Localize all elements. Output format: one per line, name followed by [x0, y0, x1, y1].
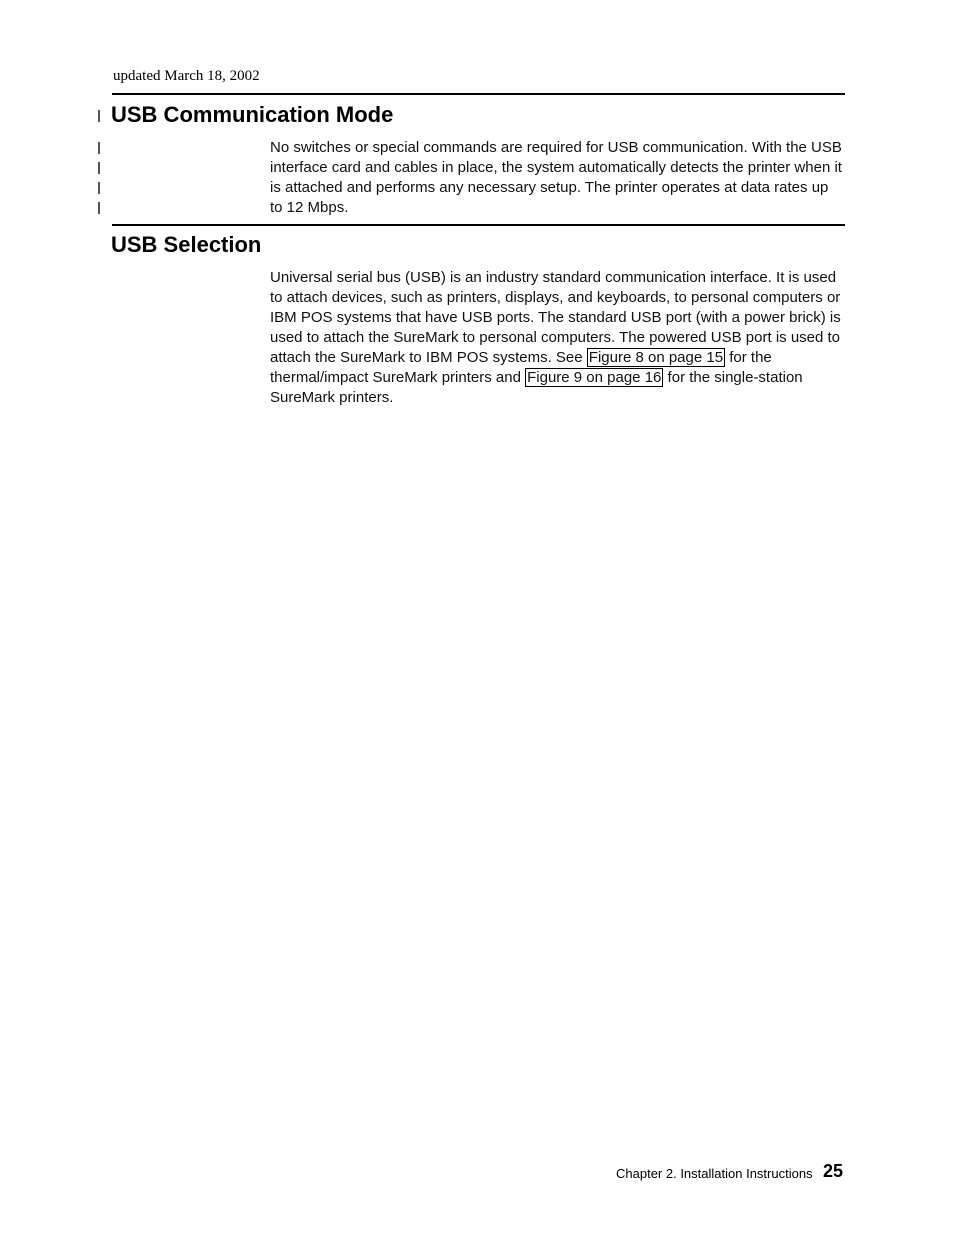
revision-bar [98, 162, 100, 174]
footer-page-number: 25 [823, 1161, 843, 1182]
page: updated March 18, 2002 USB Communication… [0, 0, 954, 1235]
xref-figure-8[interactable]: Figure 8 on page 15 [587, 348, 725, 367]
revision-bar [98, 142, 100, 154]
revision-bar [98, 182, 100, 194]
xref-figure-9[interactable]: Figure 9 on page 16 [525, 368, 663, 387]
revision-bar [98, 202, 100, 214]
paragraph-usb-communication-mode: No switches or special commands are requ… [270, 138, 845, 218]
footer-chapter: Chapter 2. Installation Instructions [616, 1166, 813, 1181]
heading-usb-communication-mode: USB Communication Mode [111, 102, 393, 128]
paragraph-usb-selection: Universal serial bus (USB) is an industr… [270, 268, 845, 408]
section-rule-2 [112, 224, 845, 226]
revision-bar [98, 110, 100, 122]
updated-date: updated March 18, 2002 [113, 68, 260, 85]
section-rule-1 [112, 93, 845, 95]
heading-usb-selection: USB Selection [111, 232, 261, 258]
